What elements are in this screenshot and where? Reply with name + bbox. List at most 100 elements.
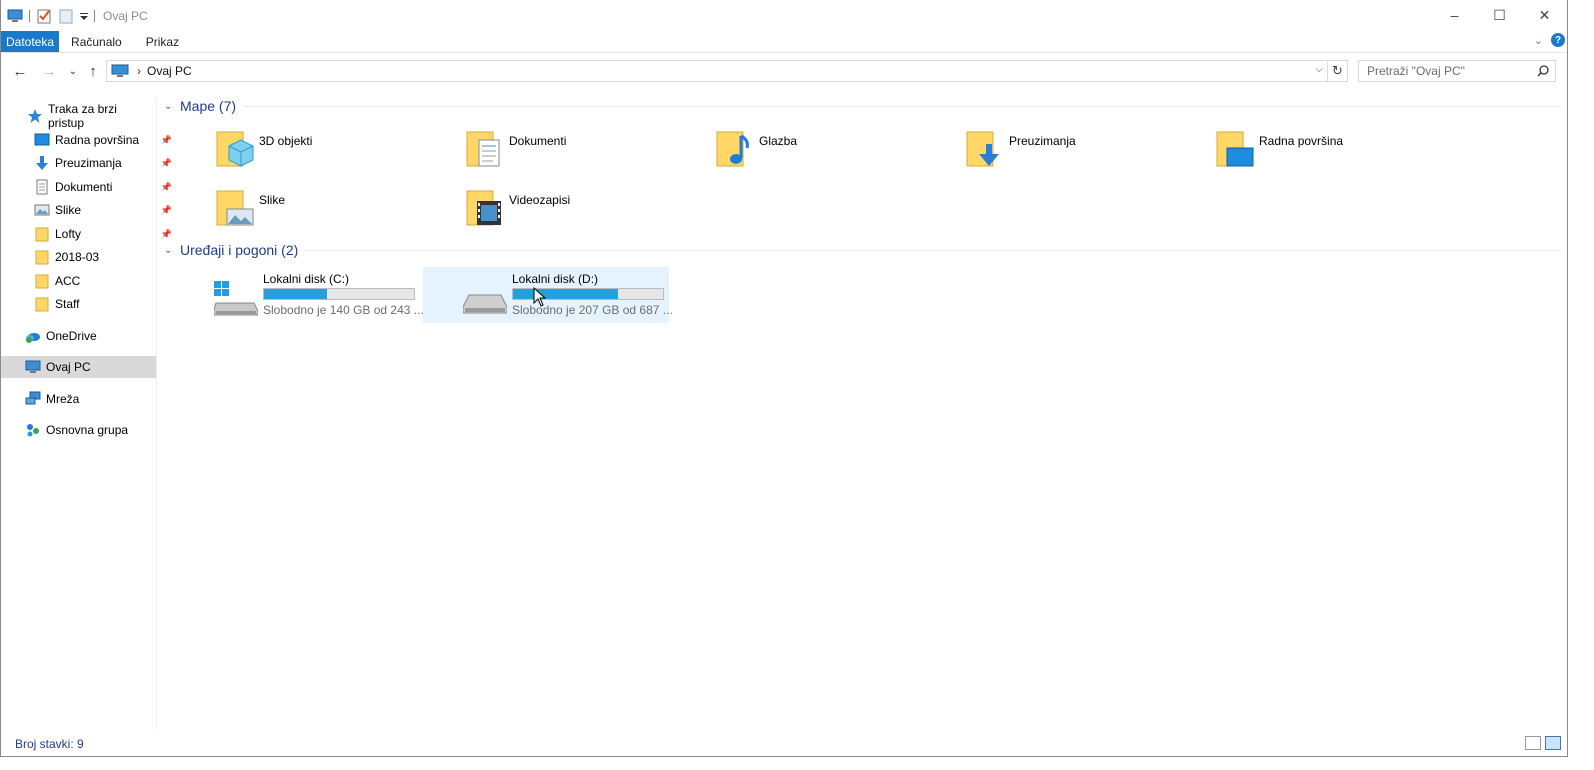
tab-computer[interactable]: Računalo <box>59 31 134 52</box>
address-bar[interactable]: › Ovaj PC ⌵ <box>106 60 1328 82</box>
nav-onedrive[interactable]: OneDrive <box>25 325 97 347</box>
folder-icon <box>34 296 50 312</box>
nav-item-documents[interactable]: Dokumenti 📌 <box>34 176 172 198</box>
forward-arrow-icon[interactable]: → <box>39 61 59 81</box>
ribbon-right: ⌄ ? <box>1534 33 1565 47</box>
group-divider <box>306 249 1561 251</box>
desktop-icon <box>34 132 50 148</box>
new-folder-icon[interactable] <box>58 8 74 24</box>
capacity-fill <box>513 289 618 299</box>
nav-homegroup[interactable]: Osnovna grupa <box>25 419 128 441</box>
minimize-button[interactable]: – <box>1432 0 1477 30</box>
nav-label: Radna površina <box>55 133 140 147</box>
drive-name: Lokalni disk (D:) <box>512 272 599 286</box>
nav-quick-access[interactable]: Traka za brzi pristup <box>27 102 156 130</box>
folder-tile-music[interactable]: Glazba <box>658 124 904 178</box>
content-pane: ⌄ Mape (7) 3D objekti Dokumenti Glazba P… <box>158 90 1561 730</box>
folder-name: 3D objekti <box>259 134 313 148</box>
documents-folder-icon <box>465 128 505 168</box>
nav-label: Mreža <box>46 392 80 406</box>
navigation-pane: Traka za brzi pristup Radna površina 📌 P… <box>1 99 172 729</box>
nav-label: 2018-03 <box>55 250 100 264</box>
window-controls: – ☐ ✕ <box>1432 0 1567 30</box>
nav-label: Preuzimanja <box>55 156 122 170</box>
folder-name: Radna površina <box>1259 134 1344 148</box>
item-count: Broj stavki: 9 <box>15 737 84 751</box>
maximize-button[interactable]: ☐ <box>1477 0 1522 30</box>
folders-group-header[interactable]: ⌄ Mape (7) <box>164 98 1561 114</box>
folder-name: Glazba <box>759 134 798 148</box>
nav-label: Staff <box>55 297 80 311</box>
tab-view[interactable]: Prikaz <box>134 31 191 52</box>
nav-item-desktop[interactable]: Radna površina 📌 <box>34 129 172 151</box>
windows-drive-icon <box>213 281 259 317</box>
nav-label: Traka za brzi pristup <box>48 102 117 130</box>
search-input[interactable] <box>1367 61 1537 81</box>
capacity-fill <box>264 289 327 299</box>
up-arrow-icon[interactable]: ↑ <box>83 61 103 81</box>
group-title: Mape (7) <box>180 98 237 114</box>
recent-locations-chevron-icon[interactable]: ⌄ <box>63 61 83 81</box>
folder-name: Slike <box>259 193 286 207</box>
nav-item-2018-03[interactable]: 2018-03 <box>34 246 99 268</box>
network-icon <box>25 391 41 407</box>
refresh-icon[interactable]: ↻ <box>1328 60 1348 82</box>
collapse-chevron-icon[interactable]: ⌄ <box>164 101 180 112</box>
address-dropdown-icon[interactable]: ⌵ <box>1315 64 1323 75</box>
nav-label: Osnovna grupa <box>46 423 129 437</box>
view-switcher <box>1525 736 1561 750</box>
document-icon <box>34 179 50 195</box>
details-view-icon[interactable] <box>1525 736 1541 750</box>
breadcrumb-chevron-icon[interactable]: › <box>137 64 141 78</box>
onedrive-icon <box>25 328 41 344</box>
search-icon[interactable] <box>1537 65 1549 77</box>
folder-tile-3d-objects[interactable]: 3D objekti <box>158 124 404 178</box>
folder-icon <box>34 226 50 242</box>
address-pc-icon <box>111 64 129 78</box>
nav-item-downloads[interactable]: Preuzimanja 📌 <box>34 152 172 174</box>
help-icon[interactable]: ? <box>1551 33 1565 47</box>
nav-this-pc[interactable]: Ovaj PC <box>1 356 156 378</box>
group-divider <box>244 105 1561 107</box>
download-icon <box>34 155 50 171</box>
expand-ribbon-icon[interactable]: ⌄ <box>1534 34 1543 47</box>
back-arrow-icon[interactable]: ← <box>10 61 30 81</box>
drives-group-header[interactable]: ⌄ Uređaji i pogoni (2) <box>164 242 1561 258</box>
title-bar: Ovaj PC – ☐ ✕ <box>1 0 1567 31</box>
large-icons-view-icon[interactable] <box>1545 736 1561 750</box>
drive-free-space: Slobodno je 140 GB od 243 ... <box>263 303 424 317</box>
this-pc-icon[interactable] <box>7 8 23 24</box>
breadcrumb-this-pc[interactable]: Ovaj PC <box>147 64 192 78</box>
star-icon <box>27 108 43 124</box>
nav-item-lofty[interactable]: Lofty 📌 <box>34 223 172 245</box>
customize-qat-icon[interactable] <box>80 8 88 24</box>
homegroup-icon <box>25 422 41 438</box>
window-title: Ovaj PC <box>103 8 148 23</box>
qat-separator <box>29 9 30 22</box>
folder-tile-pictures[interactable]: Slike <box>158 183 404 237</box>
properties-icon[interactable] <box>36 8 52 24</box>
folder-tile-videos[interactable]: Videozapisi <box>408 183 654 237</box>
folder-tile-documents[interactable]: Dokumenti <box>408 124 654 178</box>
drive-name: Lokalni disk (C:) <box>263 272 350 286</box>
collapse-chevron-icon[interactable]: ⌄ <box>164 245 180 256</box>
nav-item-staff[interactable]: Staff <box>34 293 79 315</box>
tab-file[interactable]: Datoteka <box>1 31 60 52</box>
close-button[interactable]: ✕ <box>1522 0 1567 30</box>
nav-item-acc[interactable]: ACC <box>34 270 80 292</box>
folder-name: Preuzimanja <box>1009 134 1076 148</box>
nav-label: Slike <box>55 203 82 217</box>
qat-separator <box>94 9 95 22</box>
drive-tile-c[interactable]: Lokalni disk (C:) Slobodno je 140 GB od … <box>174 267 424 323</box>
search-box[interactable] <box>1358 60 1556 82</box>
this-pc-icon <box>25 359 41 375</box>
quick-access-toolbar <box>1 0 101 31</box>
folder-name: Dokumenti <box>509 134 567 148</box>
group-title: Uređaji i pogoni (2) <box>180 242 299 258</box>
downloads-folder-icon <box>965 128 1005 168</box>
explorer-window: Ovaj PC – ☐ ✕ Datoteka Računalo Prikaz ⌄… <box>0 0 1568 757</box>
folder-tile-desktop[interactable]: Radna površina <box>1158 124 1404 178</box>
nav-item-pictures[interactable]: Slike 📌 <box>34 199 172 221</box>
nav-network[interactable]: Mreža <box>25 388 79 410</box>
folder-tile-downloads[interactable]: Preuzimanja <box>908 124 1154 178</box>
